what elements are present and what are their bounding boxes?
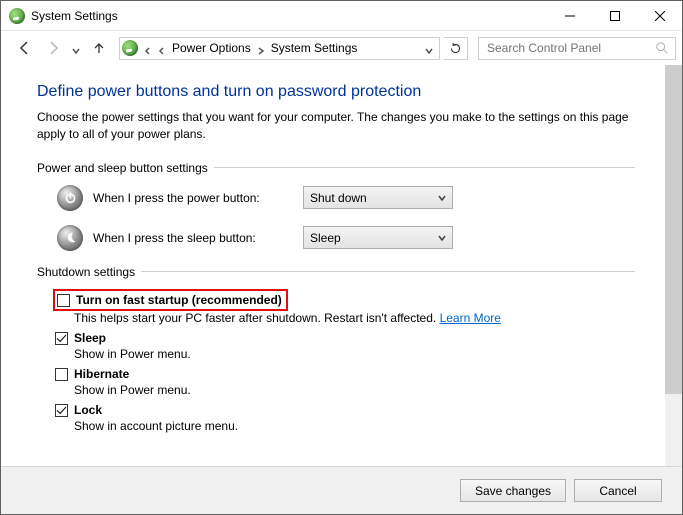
sleep-checkbox-row: Sleep bbox=[55, 331, 635, 345]
content-area: Define power buttons and turn on passwor… bbox=[1, 65, 665, 457]
search-icon bbox=[655, 41, 669, 55]
fast-startup-desc: This helps start your PC faster after sh… bbox=[74, 311, 635, 325]
dropdown-value: Sleep bbox=[310, 231, 341, 245]
maximize-button[interactable] bbox=[592, 1, 637, 30]
footer: Save changes Cancel bbox=[1, 466, 682, 514]
sleep-desc: Show in Power menu. bbox=[74, 347, 635, 361]
close-button[interactable] bbox=[637, 1, 682, 30]
refresh-button[interactable] bbox=[444, 37, 468, 60]
sleep-icon bbox=[57, 225, 83, 251]
learn-more-link[interactable]: Learn More bbox=[440, 311, 501, 325]
chevron-left-icon bbox=[158, 44, 166, 52]
power-button-row: When I press the power button: Shut down bbox=[57, 185, 635, 211]
search-box[interactable] bbox=[478, 37, 676, 60]
section-title: Power and sleep button settings bbox=[37, 161, 635, 175]
lock-label: Lock bbox=[74, 403, 102, 417]
cancel-button[interactable]: Cancel bbox=[574, 479, 662, 502]
scrollbar[interactable] bbox=[665, 65, 682, 466]
fast-startup-checkbox[interactable] bbox=[57, 294, 70, 307]
power-sleep-section: Power and sleep button settings When I p… bbox=[37, 161, 635, 251]
section-title: Shutdown settings bbox=[37, 265, 635, 279]
breadcrumb-item[interactable]: System Settings bbox=[271, 41, 358, 55]
chevron-down-icon bbox=[438, 191, 446, 205]
scrollbar-thumb[interactable] bbox=[665, 65, 682, 394]
search-input[interactable] bbox=[485, 40, 655, 56]
lock-checkbox-row: Lock bbox=[55, 403, 635, 417]
save-button[interactable]: Save changes bbox=[460, 479, 566, 502]
app-icon bbox=[9, 8, 25, 24]
fast-startup-label: Turn on fast startup (recommended) bbox=[76, 293, 282, 307]
chevron-left-icon bbox=[144, 44, 152, 52]
history-dropdown-button[interactable] bbox=[69, 36, 83, 60]
sleep-button-label: When I press the sleep button: bbox=[93, 231, 293, 245]
sleep-checkbox[interactable] bbox=[55, 332, 68, 345]
address-bar[interactable]: Power Options System Settings bbox=[119, 37, 440, 60]
hibernate-label: Hibernate bbox=[74, 367, 129, 381]
power-icon bbox=[57, 185, 83, 211]
window-controls bbox=[547, 1, 682, 30]
chevron-right-icon bbox=[257, 44, 265, 52]
breadcrumb-item[interactable]: Power Options bbox=[172, 41, 251, 55]
fast-startup-highlight: Turn on fast startup (recommended) bbox=[53, 289, 288, 311]
navigation-bar: Power Options System Settings bbox=[1, 31, 682, 65]
dropdown-value: Shut down bbox=[310, 191, 367, 205]
back-button[interactable] bbox=[13, 36, 37, 60]
chevron-down-icon bbox=[438, 231, 446, 245]
hibernate-checkbox-row: Hibernate bbox=[55, 367, 635, 381]
lock-checkbox[interactable] bbox=[55, 404, 68, 417]
sleep-button-row: When I press the sleep button: Sleep bbox=[57, 225, 635, 251]
shutdown-section: Shutdown settings Turn on fast startup (… bbox=[37, 265, 635, 433]
sleep-button-dropdown[interactable]: Sleep bbox=[303, 226, 453, 249]
minimize-button[interactable] bbox=[547, 1, 592, 30]
power-button-label: When I press the power button: bbox=[93, 191, 293, 205]
titlebar: System Settings bbox=[1, 1, 682, 31]
hibernate-desc: Show in Power menu. bbox=[74, 383, 635, 397]
hibernate-checkbox[interactable] bbox=[55, 368, 68, 381]
power-button-dropdown[interactable]: Shut down bbox=[303, 186, 453, 209]
location-icon bbox=[122, 40, 138, 56]
forward-button[interactable] bbox=[41, 36, 65, 60]
page-description: Choose the power settings that you want … bbox=[37, 109, 635, 143]
sleep-label: Sleep bbox=[74, 331, 106, 345]
window-title: System Settings bbox=[31, 9, 118, 23]
page-heading: Define power buttons and turn on passwor… bbox=[37, 83, 635, 101]
up-button[interactable] bbox=[87, 36, 111, 60]
chevron-down-icon[interactable] bbox=[425, 44, 433, 52]
lock-desc: Show in account picture menu. bbox=[74, 419, 635, 433]
